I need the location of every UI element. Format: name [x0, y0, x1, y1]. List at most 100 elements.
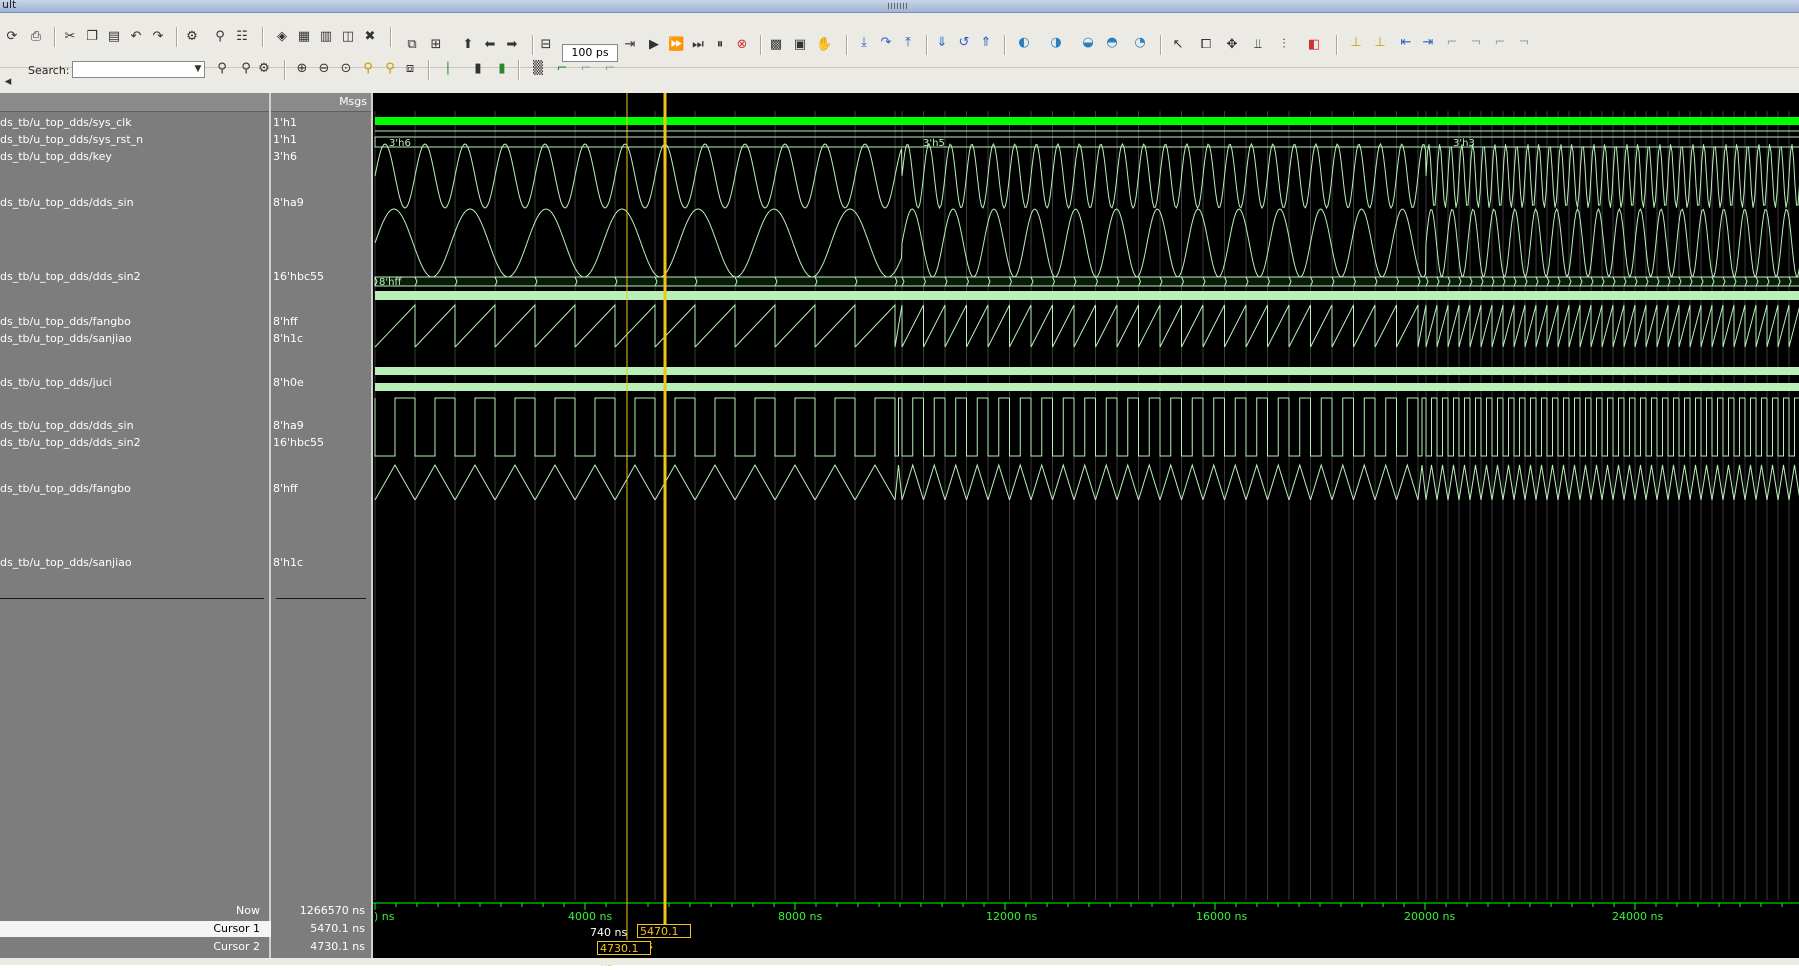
- lock-cursor-icon[interactable]: ▮: [470, 61, 486, 77]
- search-prev-icon[interactable]: ⚲: [214, 61, 230, 77]
- rising-edge-icon[interactable]: ¬: [1468, 35, 1484, 51]
- step-back-icon[interactable]: ⇓: [934, 35, 950, 51]
- search-next-icon[interactable]: ⚲: [238, 61, 254, 77]
- zoom-last-icon[interactable]: ⧈: [402, 61, 418, 77]
- waveform-svg[interactable]: 3'h6 3'h5 3'h3 8'hff: [373, 93, 1799, 900]
- juci-trace: [374, 303, 1799, 348]
- search-input[interactable]: [72, 61, 205, 78]
- step-over-icon[interactable]: ↷: [878, 35, 894, 51]
- reverse-icon[interactable]: ↺: [956, 35, 972, 51]
- redo-icon[interactable]: ↷: [150, 29, 166, 45]
- color-icon[interactable]: ◒: [1080, 35, 1096, 51]
- time-tick-label: 8000 ns: [778, 910, 823, 923]
- cut-icon[interactable]: ✂: [62, 29, 78, 45]
- cursor2-tag[interactable]: 4730.1 ns: [597, 941, 651, 969]
- time-tick-label: 4000 ns: [568, 910, 613, 923]
- paste-icon[interactable]: ▤: [106, 29, 122, 45]
- waveform-canvas[interactable]: 3'h6 3'h5 3'h3 8'hff: [373, 93, 1799, 900]
- format-icon[interactable]: ◐: [1016, 35, 1032, 51]
- hierarchy-icon[interactable]: ☷: [234, 29, 250, 45]
- edge-next-icon[interactable]: ⊥: [1372, 35, 1388, 51]
- signal-name[interactable]: ds_tb/u_top_dds/fangbo: [0, 482, 131, 495]
- ruler-mode-icon[interactable]: ⫶: [1276, 37, 1292, 53]
- up-arrow-icon[interactable]: ⬆: [460, 37, 476, 53]
- run-all-icon[interactable]: ⏭: [690, 37, 706, 53]
- hand-icon[interactable]: ✋: [816, 37, 832, 53]
- step-icon[interactable]: ⇥: [622, 37, 638, 53]
- cursor1-label[interactable]: Cursor 1: [0, 922, 260, 935]
- break-icon[interactable]: ⏸: [712, 37, 728, 53]
- run-length-icon[interactable]: ⊟: [538, 37, 554, 53]
- grid-icon[interactable]: ▥: [318, 29, 334, 45]
- continue-icon[interactable]: ⏩: [668, 37, 684, 53]
- radix-icon[interactable]: ◑: [1048, 35, 1064, 51]
- signal-name[interactable]: ds_tb/u_top_dds/juci: [0, 376, 112, 389]
- wave-edge3-icon[interactable]: ⌐: [602, 61, 618, 77]
- print-icon[interactable]: ⎙: [28, 29, 44, 45]
- step-out-icon[interactable]: ⤒: [900, 35, 916, 51]
- breakpoint-icon[interactable]: ◧: [1306, 37, 1322, 53]
- resize-grip-icon[interactable]: [888, 3, 908, 9]
- edge-prev-icon[interactable]: ⊥: [1348, 35, 1364, 51]
- zoom-cursor-icon[interactable]: ⚲: [360, 61, 376, 77]
- add-wave-icon[interactable]: ⧉: [404, 37, 420, 53]
- pan-mode-icon[interactable]: ✥: [1224, 37, 1240, 53]
- any-edge-icon[interactable]: ⌐: [1492, 35, 1508, 51]
- copy-icon[interactable]: ❐: [84, 29, 100, 45]
- cursor1-tag[interactable]: 5470.1 ns: [637, 924, 691, 952]
- signal-name[interactable]: ds_tb/u_top_dds/dds_sin2: [0, 436, 141, 449]
- cursor2-label[interactable]: Cursor 2: [0, 940, 260, 953]
- compile-icon[interactable]: ⚙: [184, 29, 200, 45]
- signal-name[interactable]: ds_tb/u_top_dds/sanjiao: [0, 332, 132, 345]
- find-next-edge-icon[interactable]: ⇥: [1420, 35, 1436, 51]
- dataflow-icon[interactable]: ◫: [340, 29, 356, 45]
- left-arrow-icon[interactable]: ⬅: [482, 37, 498, 53]
- edit-mode-icon[interactable]: ⫫: [1250, 37, 1266, 53]
- column-divider[interactable]: [269, 93, 271, 965]
- signal-name[interactable]: ds_tb/u_top_dds/sys_clk: [0, 116, 132, 129]
- select-wave-icon[interactable]: ▒: [530, 61, 546, 77]
- jump-icon[interactable]: ⇑: [978, 35, 994, 51]
- signal-name[interactable]: ds_tb/u_top_dds/sys_rst_n: [0, 133, 143, 146]
- insert-cursor-icon[interactable]: ⎸: [446, 61, 462, 77]
- run-length-input[interactable]: 100 ps: [562, 44, 618, 62]
- falling-edge-icon[interactable]: ⌐: [1444, 35, 1460, 51]
- signal-name[interactable]: ds_tb/u_top_dds/dds_sin2: [0, 270, 141, 283]
- cover-icon[interactable]: ▣: [792, 37, 808, 53]
- select-mode-icon[interactable]: ↖: [1170, 37, 1186, 53]
- group-icon[interactable]: ◓: [1104, 35, 1120, 51]
- step-into-icon[interactable]: ⤓: [856, 35, 872, 51]
- wave-edge-icon[interactable]: ⌐: [554, 61, 570, 77]
- wave-edge2-icon[interactable]: ⌐: [578, 61, 594, 77]
- layers-icon[interactable]: ◈: [274, 29, 290, 45]
- divider-icon[interactable]: ◔: [1132, 35, 1148, 51]
- signal-name[interactable]: ds_tb/u_top_dds/dds_sin: [0, 196, 134, 209]
- zoom-range-icon[interactable]: ⚲: [382, 61, 398, 77]
- right-arrow-icon[interactable]: ➡: [504, 37, 520, 53]
- search-options-icon[interactable]: ⚙: [256, 61, 272, 77]
- find-prev-edge-icon[interactable]: ⇤: [1398, 35, 1414, 51]
- zoom-in-icon[interactable]: ⊕: [294, 61, 310, 77]
- refresh-icon[interactable]: ⟳: [4, 29, 20, 45]
- collapse-icon[interactable]: ◂: [0, 74, 16, 90]
- signal-name[interactable]: ds_tb/u_top_dds/key: [0, 150, 112, 163]
- signal-name[interactable]: ds_tb/u_top_dds/dds_sin: [0, 419, 134, 432]
- signal-name[interactable]: ds_tb/u_top_dds/sanjiao: [0, 556, 132, 569]
- expression-edge-icon[interactable]: ¬: [1516, 35, 1532, 51]
- stop-icon[interactable]: ⊗: [734, 37, 750, 53]
- run-icon[interactable]: ▶: [646, 37, 662, 53]
- find-icon[interactable]: ⚲: [212, 29, 228, 45]
- search-dropdown-icon[interactable]: ▼: [191, 62, 205, 77]
- zoom-mode-icon[interactable]: ⧠: [1198, 37, 1214, 53]
- toolbar-separator: [284, 60, 286, 80]
- close-file-icon[interactable]: ✖: [362, 29, 378, 45]
- signal-name[interactable]: ds_tb/u_top_dds/fangbo: [0, 315, 131, 328]
- insert-icon[interactable]: ⊞: [428, 37, 444, 53]
- zoom-full-icon[interactable]: ⊙: [338, 61, 354, 77]
- delete-cursor-icon[interactable]: ▮: [494, 61, 510, 77]
- memory-icon[interactable]: ▦: [296, 29, 312, 45]
- zoom-out-icon[interactable]: ⊖: [316, 61, 332, 77]
- restart-icon[interactable]: ▩: [768, 37, 784, 53]
- undo-icon[interactable]: ↶: [128, 29, 144, 45]
- list-end-divider: [0, 598, 264, 599]
